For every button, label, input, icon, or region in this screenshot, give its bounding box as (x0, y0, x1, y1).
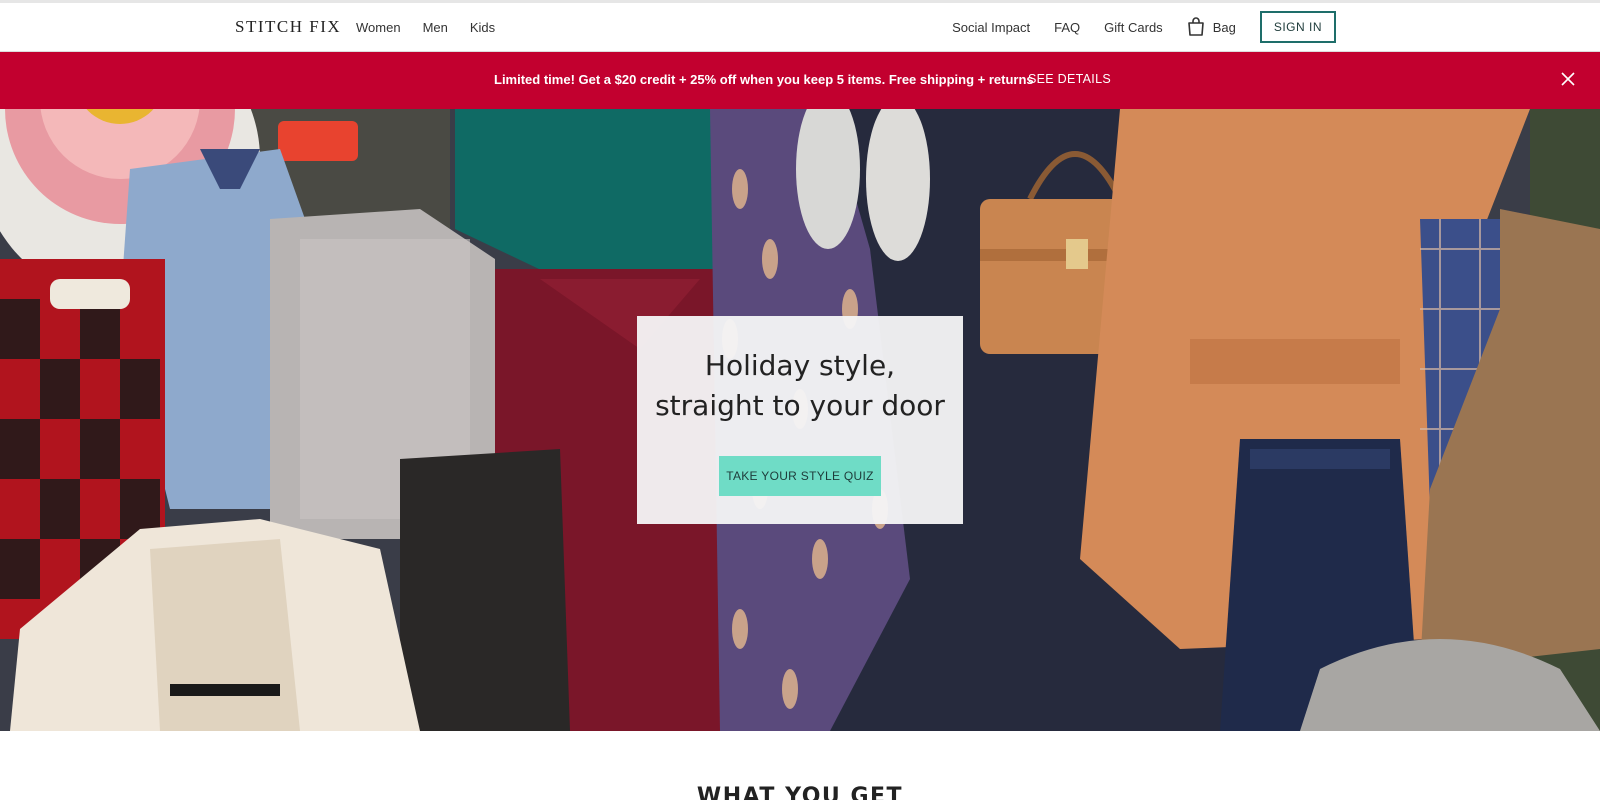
secondary-nav: Social Impact FAQ Gift Cards Bag SIGN IN (952, 11, 1336, 43)
nav-kids[interactable]: Kids (470, 20, 495, 35)
close-icon[interactable] (1558, 69, 1578, 89)
bag-link[interactable]: Bag (1187, 17, 1236, 37)
logo[interactable]: STITCH FIX (235, 17, 341, 37)
primary-nav: Women Men Kids (356, 20, 495, 35)
hero-title-line-1: Holiday style, (704, 349, 896, 382)
bag-label: Bag (1212, 19, 1236, 35)
what-you-get-heading: WHAT YOU GET (696, 784, 904, 800)
nav-social-impact[interactable]: Social Impact (952, 20, 1030, 35)
hero-banner: Holiday style, straight to your door TAK… (0, 109, 1600, 731)
hero-title-line-2: straight to your door (655, 389, 945, 422)
nav-men[interactable]: Men (423, 20, 448, 35)
style-quiz-button[interactable]: TAKE YOUR STYLE QUIZ (719, 456, 881, 496)
site-header: STITCH FIX Women Men Kids Social Impact … (0, 3, 1600, 52)
hero-card: Holiday style, straight to your door TAK… (637, 316, 963, 524)
nav-faq[interactable]: FAQ (1054, 20, 1080, 35)
hero-title: Holiday style, straight to your door (637, 346, 963, 426)
see-details-link[interactable]: SEE DETAILS (1028, 72, 1111, 86)
shopping-bag-icon (1187, 17, 1204, 36)
sign-in-button[interactable]: SIGN IN (1259, 11, 1336, 43)
promo-text: Limited time! Get a $20 credit + 25% off… (494, 72, 1034, 87)
nav-gift-cards[interactable]: Gift Cards (1104, 20, 1163, 35)
nav-women[interactable]: Women (356, 20, 401, 35)
promo-banner: Limited time! Get a $20 credit + 25% off… (0, 52, 1600, 109)
